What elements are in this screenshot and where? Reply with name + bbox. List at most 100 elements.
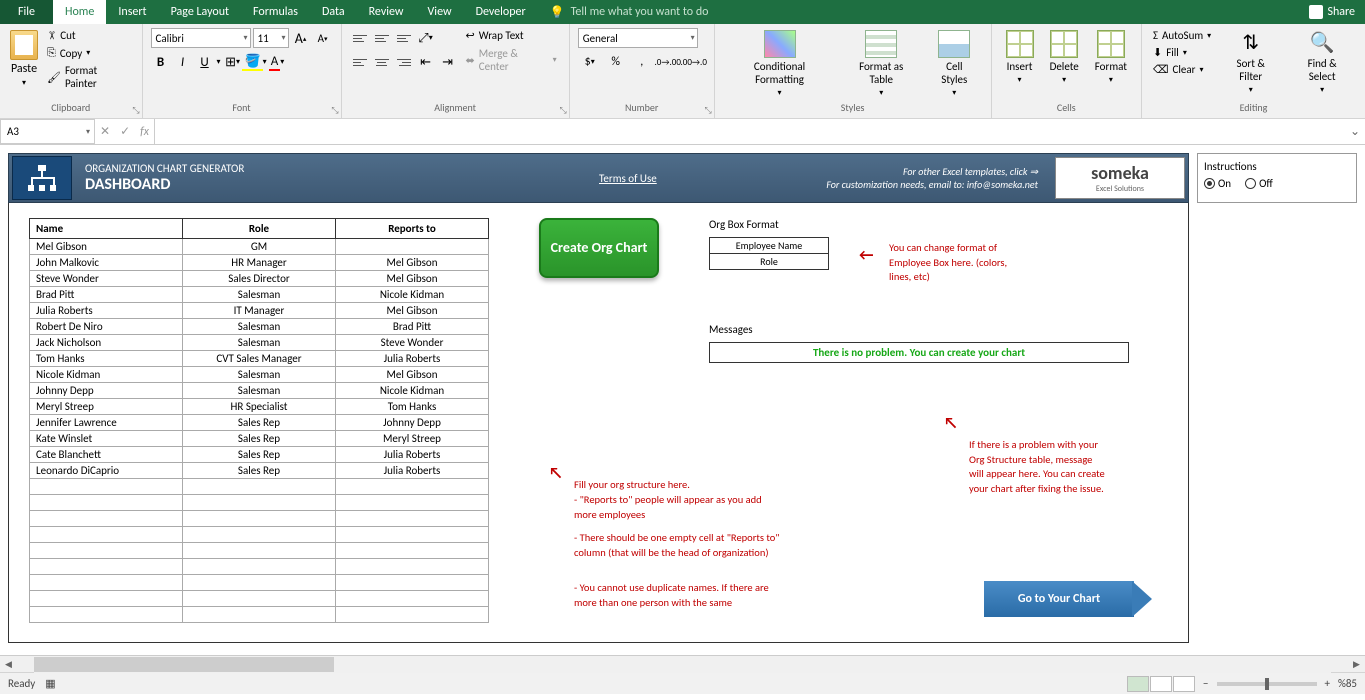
paste-button[interactable]: Paste▾ (8, 28, 40, 90)
number-format-combo[interactable]: General (578, 28, 698, 48)
zoom-out-button[interactable]: − (1203, 677, 1208, 690)
table-row[interactable]: Mel GibsonGM (30, 239, 489, 255)
table-row[interactable] (30, 607, 489, 623)
tab-file[interactable]: File (0, 0, 53, 24)
tab-formulas[interactable]: Formulas (241, 0, 310, 24)
format-as-table-button[interactable]: Format as Table▾ (840, 28, 922, 100)
tell-me-search[interactable]: 💡Tell me what you want to do (538, 0, 721, 24)
zoom-level[interactable]: %85 (1338, 677, 1357, 690)
go-to-chart-button[interactable]: Go to Your Chart (984, 581, 1134, 617)
wrap-text-button[interactable]: ↩Wrap Text (462, 28, 561, 43)
worksheet-area[interactable]: ORGANIZATION CHART GENERATOR DASHBOARD T… (0, 145, 1365, 655)
copy-button[interactable]: ⎘Copy▾ (44, 45, 134, 61)
table-row[interactable] (30, 543, 489, 559)
instructions-on-radio[interactable]: On (1204, 177, 1231, 190)
name-box[interactable]: A3 (0, 119, 95, 144)
table-row[interactable]: Robert De NiroSalesmanBrad Pitt (30, 319, 489, 335)
table-row[interactable]: Leonardo DiCaprioSales RepJulia Roberts (30, 463, 489, 479)
font-color-button[interactable]: A▾ (267, 52, 287, 72)
number-launcher[interactable]: ⤡ (704, 105, 711, 116)
table-row[interactable] (30, 479, 489, 495)
increase-font-button[interactable]: A▴ (291, 28, 311, 48)
table-row[interactable]: Brad PittSalesmanNicole Kidman (30, 287, 489, 303)
create-org-chart-button[interactable]: Create Org Chart (539, 218, 659, 278)
normal-view-button[interactable] (1127, 676, 1149, 692)
table-row[interactable]: Meryl StreepHR SpecialistTom Hanks (30, 399, 489, 415)
sort-filter-button[interactable]: ⇅Sort & Filter▾ (1218, 28, 1283, 97)
instructions-off-radio[interactable]: Off (1245, 177, 1273, 190)
clipboard-launcher[interactable]: ⤡ (132, 105, 139, 116)
terms-link[interactable]: Terms of Use (599, 172, 657, 185)
decrease-font-button[interactable]: A▾ (313, 28, 333, 48)
tab-insert[interactable]: Insert (106, 0, 158, 24)
align-center-button[interactable] (372, 52, 392, 72)
table-row[interactable]: Cate BlanchettSales RepJulia Roberts (30, 447, 489, 463)
insert-cells-button[interactable]: Insert▾ (1000, 28, 1040, 87)
align-top-button[interactable] (350, 28, 370, 48)
increase-indent-button[interactable]: ⇥ (438, 52, 458, 72)
zoom-in-button[interactable]: + (1325, 677, 1330, 690)
table-row[interactable]: Nicole KidmanSalesmanMel Gibson (30, 367, 489, 383)
org-box-sample[interactable]: Employee Name Role (709, 237, 829, 270)
font-size-combo[interactable]: 11 (253, 28, 289, 48)
merge-center-button[interactable]: ⬌Merge & Center▾ (462, 46, 561, 74)
align-bottom-button[interactable] (394, 28, 414, 48)
table-row[interactable] (30, 495, 489, 511)
table-row[interactable]: Steve WonderSales DirectorMel Gibson (30, 271, 489, 287)
table-row[interactable]: Johnny DeppSalesmanNicole Kidman (30, 383, 489, 399)
underline-button[interactable]: U (195, 52, 215, 72)
table-row[interactable]: Jennifer LawrenceSales RepJohnny Depp (30, 415, 489, 431)
table-row[interactable]: John MalkovicHR ManagerMel Gibson (30, 255, 489, 271)
find-select-button[interactable]: 🔍Find & Select▾ (1287, 28, 1357, 97)
share-button[interactable]: Share (1309, 0, 1355, 24)
zoom-slider[interactable] (1217, 682, 1317, 686)
table-row[interactable]: Tom HanksCVT Sales ManagerJulia Roberts (30, 351, 489, 367)
table-row[interactable]: Jack NicholsonSalesmanSteve Wonder (30, 335, 489, 351)
table-row[interactable]: Julia RobertsIT ManagerMel Gibson (30, 303, 489, 319)
format-painter-button[interactable]: 🖌Format Painter (44, 63, 134, 91)
font-launcher[interactable]: ⤡ (331, 105, 338, 116)
align-left-button[interactable] (350, 52, 370, 72)
fill-button[interactable]: ⬇Fill▾ (1150, 45, 1214, 60)
conditional-formatting-button[interactable]: Conditional Formatting▾ (723, 28, 837, 100)
alignment-launcher[interactable]: ⤡ (559, 105, 566, 116)
decrease-decimal-button[interactable]: .00→.0 (682, 52, 706, 72)
tab-data[interactable]: Data (310, 0, 357, 24)
tab-view[interactable]: View (416, 0, 464, 24)
orientation-button[interactable]: ⤢▾ (416, 28, 436, 48)
table-row[interactable] (30, 575, 489, 591)
tab-home[interactable]: Home (53, 0, 106, 24)
italic-button[interactable]: I (173, 52, 193, 72)
format-cells-button[interactable]: Format▾ (1089, 28, 1133, 87)
cancel-formula-button[interactable]: ✕ (100, 124, 110, 139)
comma-button[interactable]: , (630, 52, 654, 72)
border-button[interactable]: ⊞▾ (223, 52, 243, 72)
page-layout-view-button[interactable] (1150, 676, 1172, 692)
clear-button[interactable]: ⌫Clear▾ (1150, 62, 1214, 77)
macro-record-icon[interactable]: ▦ (45, 677, 55, 690)
font-name-combo[interactable]: Calibri (151, 28, 251, 48)
percent-button[interactable]: % (604, 52, 628, 72)
table-row[interactable] (30, 591, 489, 607)
insert-function-button[interactable]: fx (140, 125, 149, 139)
align-right-button[interactable] (394, 52, 414, 72)
delete-cells-button[interactable]: Delete▾ (1044, 28, 1085, 87)
org-structure-table[interactable]: Name Role Reports to Mel GibsonGMJohn Ma… (29, 218, 489, 623)
autosum-button[interactable]: ΣAutoSum▾ (1150, 28, 1214, 43)
scroll-thumb[interactable] (34, 657, 334, 672)
table-row[interactable] (30, 511, 489, 527)
increase-decimal-button[interactable]: .0→.00 (656, 52, 680, 72)
fill-color-button[interactable]: 🪣▾ (245, 52, 265, 72)
table-row[interactable] (30, 559, 489, 575)
tab-page-layout[interactable]: Page Layout (159, 0, 241, 24)
scroll-right-button[interactable]: ▶ (1348, 656, 1365, 673)
scroll-left-button[interactable]: ◀ (0, 656, 17, 673)
cell-styles-button[interactable]: Cell Styles▾ (926, 28, 983, 100)
tab-review[interactable]: Review (357, 0, 416, 24)
table-row[interactable]: Kate WinsletSales RepMeryl Streep (30, 431, 489, 447)
cut-button[interactable]: ✂Cut (44, 28, 134, 43)
align-middle-button[interactable] (372, 28, 392, 48)
table-row[interactable] (30, 527, 489, 543)
someka-logo[interactable]: someka Excel Solutions (1055, 157, 1185, 199)
expand-formula-bar[interactable]: ⌄ (1345, 119, 1365, 144)
